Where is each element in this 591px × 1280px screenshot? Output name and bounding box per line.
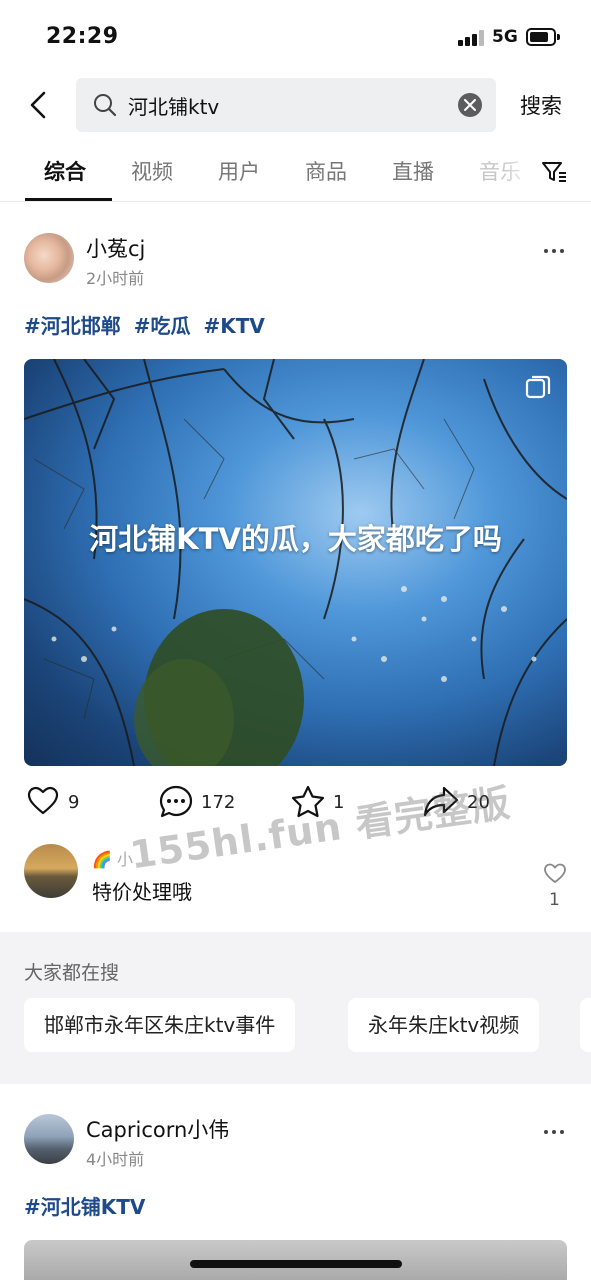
avatar[interactable] — [24, 233, 74, 283]
comment-text: 特价处理哦 — [92, 880, 192, 904]
search-input[interactable] — [128, 86, 448, 124]
comment-username[interactable]: 🌈 小 — [92, 846, 133, 870]
avatar[interactable] — [24, 1114, 74, 1164]
trending-chip-partial[interactable] — [580, 998, 591, 1052]
trending-chip[interactable]: 永年朱庄ktv视频 — [348, 998, 540, 1052]
status-bar: 22:29 5G — [0, 0, 591, 76]
result-tabs: 综合 视频 用户 商品 直播 音乐 — [0, 150, 591, 202]
post-hashtags: #河北邯郸 #吃瓜 #KTV — [24, 310, 271, 339]
search-button[interactable]: 搜索 — [520, 90, 562, 120]
multi-image-icon — [525, 375, 551, 401]
filter-icon[interactable] — [540, 158, 568, 186]
home-indicator — [190, 1260, 402, 1268]
post-hashtags: #河北铺KTV — [24, 1191, 151, 1220]
like-count: 9 — [68, 792, 80, 813]
comment-like-icon[interactable] — [543, 862, 567, 884]
network-type: 5G — [492, 27, 518, 47]
comment-avatar[interactable] — [24, 844, 78, 898]
back-arrow-icon — [30, 91, 46, 119]
post-header: 小菟cj 2小时前 — [0, 233, 591, 293]
more-options-icon[interactable] — [544, 1130, 566, 1138]
post-cover-image[interactable]: 河北铺KTV的瓜，大家都吃了吗 — [24, 359, 567, 766]
hashtag-link[interactable]: #吃瓜 — [134, 314, 191, 338]
post-time: 2小时前 — [86, 269, 145, 288]
comment-icon — [159, 785, 193, 818]
search-header: 搜索 — [0, 76, 591, 134]
heart-icon — [27, 786, 59, 815]
hashtag-link[interactable]: #KTV — [203, 314, 264, 338]
active-tab-indicator — [25, 198, 112, 201]
back-button[interactable] — [22, 88, 56, 122]
search-box[interactable] — [76, 78, 496, 132]
cover-caption: 河北铺KTV的瓜，大家都吃了吗 — [89, 522, 502, 556]
tab-live[interactable]: 直播 — [392, 156, 434, 186]
clear-search-icon[interactable] — [458, 93, 482, 117]
trending-chip[interactable]: 邯郸市永年区朱庄ktv事件 — [24, 998, 296, 1052]
post-time: 4小时前 — [86, 1150, 145, 1169]
like-button[interactable]: 9 — [26, 784, 106, 820]
post-username[interactable]: Capricorn小伟 — [86, 1114, 229, 1144]
post-username[interactable]: 小菟cj — [86, 233, 145, 263]
signal-icon — [458, 30, 484, 46]
trending-title: 大家都在搜 — [24, 962, 120, 984]
tab-users[interactable]: 用户 — [218, 156, 260, 186]
status-time: 22:29 — [46, 24, 119, 49]
tab-all[interactable]: 综合 — [44, 156, 86, 186]
tab-video[interactable]: 视频 — [131, 156, 173, 186]
battery-icon — [526, 28, 560, 46]
more-options-icon[interactable] — [544, 249, 566, 257]
post-header: Capricorn小伟 4小时前 — [0, 1114, 591, 1174]
trending-searches: 大家都在搜 邯郸市永年区朱庄ktv事件 永年朱庄ktv视频 — [0, 932, 591, 1084]
comment-like-count: 1 — [549, 890, 560, 910]
tab-products[interactable]: 商品 — [305, 156, 347, 186]
search-icon — [92, 92, 118, 118]
hashtag-link[interactable]: #河北邯郸 — [24, 314, 121, 338]
hashtag-link[interactable]: #河北铺KTV — [24, 1195, 145, 1219]
